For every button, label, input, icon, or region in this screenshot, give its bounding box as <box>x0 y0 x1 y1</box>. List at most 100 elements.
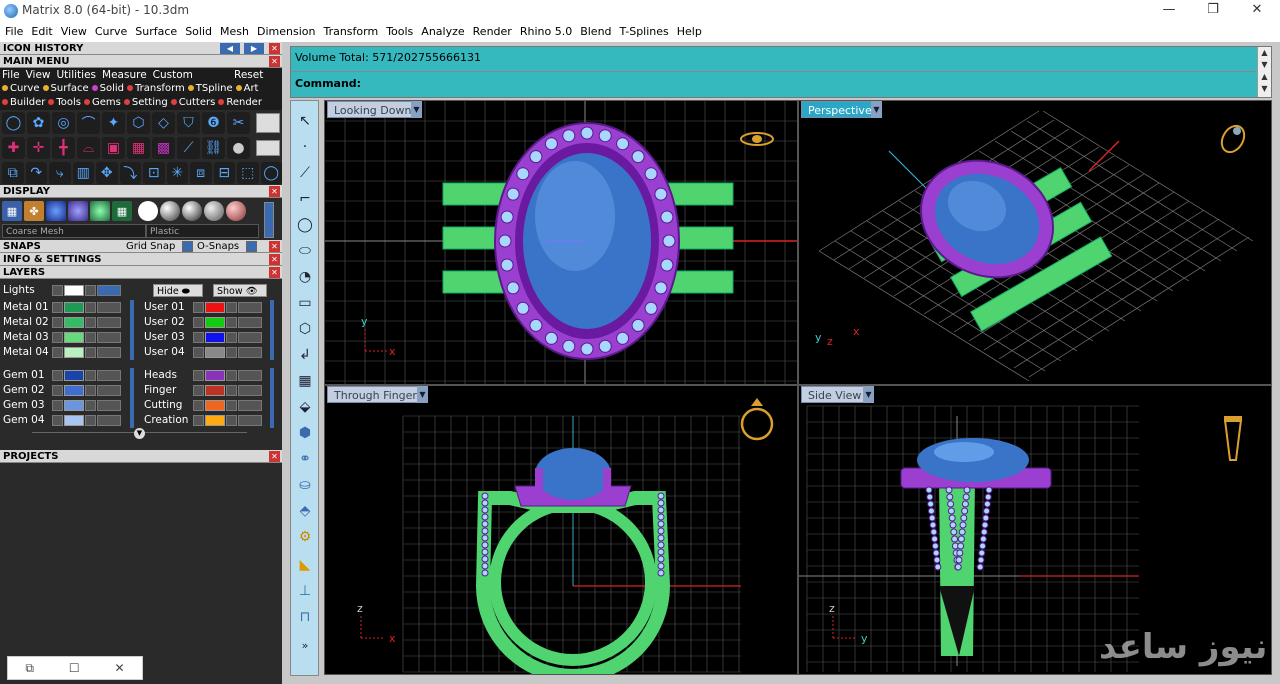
layer-row[interactable]: Metal 01 <box>0 300 140 315</box>
menu-render[interactable]: Render <box>469 22 516 42</box>
visibility-icon[interactable] <box>238 302 262 313</box>
cut-tool-icon[interactable]: ✂ <box>227 111 250 134</box>
lock-icon[interactable] <box>85 285 96 296</box>
ghost-icon[interactable]: ✤ <box>24 201 44 221</box>
lock-icon[interactable] <box>226 347 237 358</box>
viewport-through-finger[interactable]: Through Finger ▼ z x <box>324 385 798 675</box>
menu-edit[interactable]: Edit <box>27 22 56 42</box>
shaded-icon[interactable] <box>46 201 66 221</box>
category-render[interactable]: Render <box>218 97 262 108</box>
shield-tool-icon[interactable]: ⛉ <box>177 111 200 134</box>
flip-icon[interactable]: ⊟ <box>213 161 235 184</box>
play-icon[interactable] <box>52 317 63 328</box>
play-icon[interactable] <box>193 370 204 381</box>
layer-color-swatch[interactable] <box>205 332 225 343</box>
cross-icon[interactable]: ✛ <box>27 136 50 159</box>
category-tspline[interactable]: TSpline <box>187 83 233 94</box>
viewport-label[interactable]: Perspective <box>801 101 877 118</box>
close-icon[interactable]: ✕ <box>269 241 280 252</box>
pointer-icon[interactable]: ↖ <box>294 111 316 131</box>
o-snaps-checkbox[interactable] <box>246 241 257 252</box>
main-menu-header[interactable]: MAIN MENU ✕ <box>0 55 282 68</box>
layer-color-swatch[interactable] <box>64 385 84 396</box>
flare-icon[interactable]: ✳ <box>166 161 188 184</box>
sphere-icon[interactable]: ● <box>227 136 250 159</box>
menu-rhino[interactable]: Rhino 5.0 <box>516 22 576 42</box>
layer-color-swatch[interactable] <box>64 370 84 381</box>
rectangle-icon[interactable]: ▭ <box>294 293 316 313</box>
knife-icon[interactable]: ⟋ <box>177 136 200 159</box>
close-icon[interactable]: ✕ <box>114 661 124 675</box>
menu-tools[interactable]: Tools <box>382 22 417 42</box>
layer-row[interactable]: User 01 <box>141 300 281 315</box>
panel-icon[interactable] <box>256 139 280 156</box>
layer-color-swatch[interactable] <box>64 400 84 411</box>
viewport-looking-down[interactable]: Looking Down ▼ y x <box>324 100 798 385</box>
category-tools[interactable]: Tools <box>48 97 81 108</box>
collapse-icon[interactable]: ▼ <box>134 428 145 439</box>
curve-tool-icon[interactable]: ⌒ <box>77 111 100 134</box>
close-icon[interactable]: ✕ <box>269 186 280 197</box>
category-curve[interactable]: Curve <box>2 83 40 94</box>
close-icon[interactable]: ✕ <box>269 451 280 462</box>
arc-draw-icon[interactable]: ◔ <box>294 267 316 287</box>
box-icon[interactable]: ▣ <box>102 136 125 159</box>
minimized-window-bar[interactable]: ⧉ ☐ ✕ <box>7 656 143 680</box>
menu-tsplines[interactable]: T-Splines <box>616 22 673 42</box>
layer-color-swatch[interactable] <box>64 332 84 343</box>
menu-analyze[interactable]: Analyze <box>417 22 468 42</box>
play-icon[interactable] <box>52 285 63 296</box>
close-icon[interactable]: ✕ <box>269 56 280 67</box>
menu-transform[interactable]: Transform <box>319 22 382 42</box>
lock-icon[interactable] <box>226 302 237 313</box>
array-icon[interactable]: ⊡ <box>143 161 165 184</box>
grid-snap-toggle[interactable]: Grid Snap <box>126 240 175 253</box>
bars-icon[interactable]: ▥ <box>72 161 94 184</box>
restore-icon[interactable]: ⧉ <box>25 661 34 676</box>
layer-color-swatch[interactable] <box>64 302 84 313</box>
viewport-label[interactable]: Looking Down <box>327 101 417 118</box>
boolean-icon[interactable]: ⚭ <box>294 449 316 469</box>
maximize-button[interactable]: ❐ <box>1192 0 1234 22</box>
hide-button[interactable]: Hide ⬬ <box>153 284 203 297</box>
visibility-icon[interactable] <box>97 347 121 358</box>
layer-color-swatch[interactable] <box>205 347 225 358</box>
layers-header[interactable]: LAYERS ✕ <box>0 266 282 279</box>
extend-icon[interactable]: ⤵ <box>119 161 141 184</box>
command-prompt[interactable]: Command: <box>295 77 361 90</box>
icon-history-header[interactable]: ICON HISTORY ◀ ▶ ✕ <box>0 42 282 55</box>
play-icon[interactable] <box>52 370 63 381</box>
fillet-icon[interactable]: ↲ <box>294 345 316 365</box>
grid-display-icon[interactable]: ▦ <box>112 201 132 221</box>
snaps-header[interactable]: SNAPS Grid Snap O-Snaps ✕ <box>0 240 282 253</box>
layer-scrollbar[interactable] <box>270 300 274 360</box>
layer-row[interactable]: User 02 <box>141 315 281 330</box>
minus-plus-icon[interactable]: ╋ <box>52 136 75 159</box>
visibility-icon[interactable] <box>238 332 262 343</box>
ring-outline-icon[interactable]: ◯ <box>260 161 282 184</box>
plus-icon[interactable]: ✚ <box>2 136 25 159</box>
pave-tool-icon[interactable]: ⬡ <box>127 111 150 134</box>
maximize-icon[interactable]: ☐ <box>69 661 80 675</box>
category-setting[interactable]: Setting <box>123 97 168 108</box>
display-scroll[interactable] <box>264 202 274 238</box>
lock-icon[interactable] <box>85 415 96 426</box>
layer-row[interactable]: Creation <box>141 413 281 428</box>
show-button[interactable]: Show 👁 <box>213 284 267 297</box>
lock-icon[interactable] <box>226 400 237 411</box>
category-builder[interactable]: Builder <box>2 97 45 108</box>
visibility-icon[interactable] <box>238 385 262 396</box>
layer-row[interactable]: Metal 03 <box>0 330 140 345</box>
visibility-icon[interactable] <box>238 347 262 358</box>
play-icon[interactable] <box>193 400 204 411</box>
play-icon[interactable] <box>52 415 63 426</box>
layer-row[interactable]: Metal 02 <box>0 315 140 330</box>
play-icon[interactable] <box>193 347 204 358</box>
visibility-icon[interactable] <box>97 317 121 328</box>
mirror-icon[interactable]: ⧈ <box>190 161 212 184</box>
glossy-sphere-icon[interactable] <box>182 201 202 221</box>
menu-solid[interactable]: Solid <box>181 22 216 42</box>
reset-button[interactable]: Reset <box>234 68 263 82</box>
main-menu-view[interactable]: View <box>26 69 51 81</box>
more-icon[interactable]: » <box>294 635 316 655</box>
